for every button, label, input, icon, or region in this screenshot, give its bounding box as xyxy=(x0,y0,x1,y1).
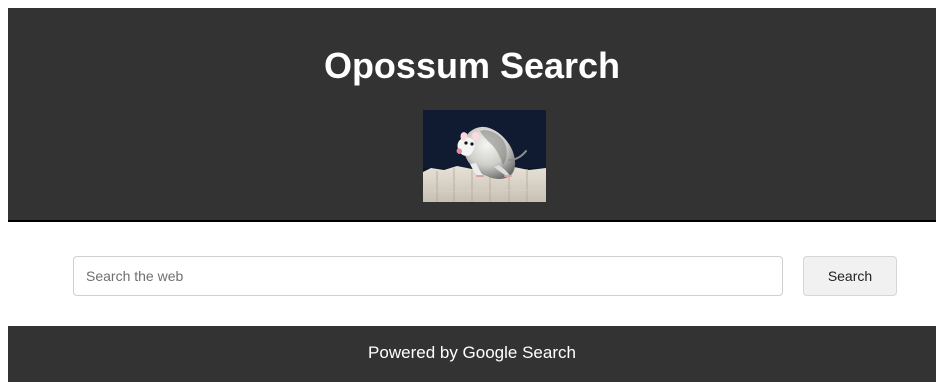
page-title: Opossum Search xyxy=(323,45,621,86)
site-header: Opossum Search xyxy=(8,8,936,222)
footer-text: Powered by Google Search xyxy=(368,343,576,362)
search-input[interactable] xyxy=(73,256,783,296)
site-footer: Powered by Google Search xyxy=(8,326,936,382)
search-button[interactable]: Search xyxy=(803,256,897,296)
search-section: Search xyxy=(8,222,936,326)
page: Opossum Search Search the web Search Pow… xyxy=(0,0,936,382)
opossum-photo xyxy=(423,110,546,202)
